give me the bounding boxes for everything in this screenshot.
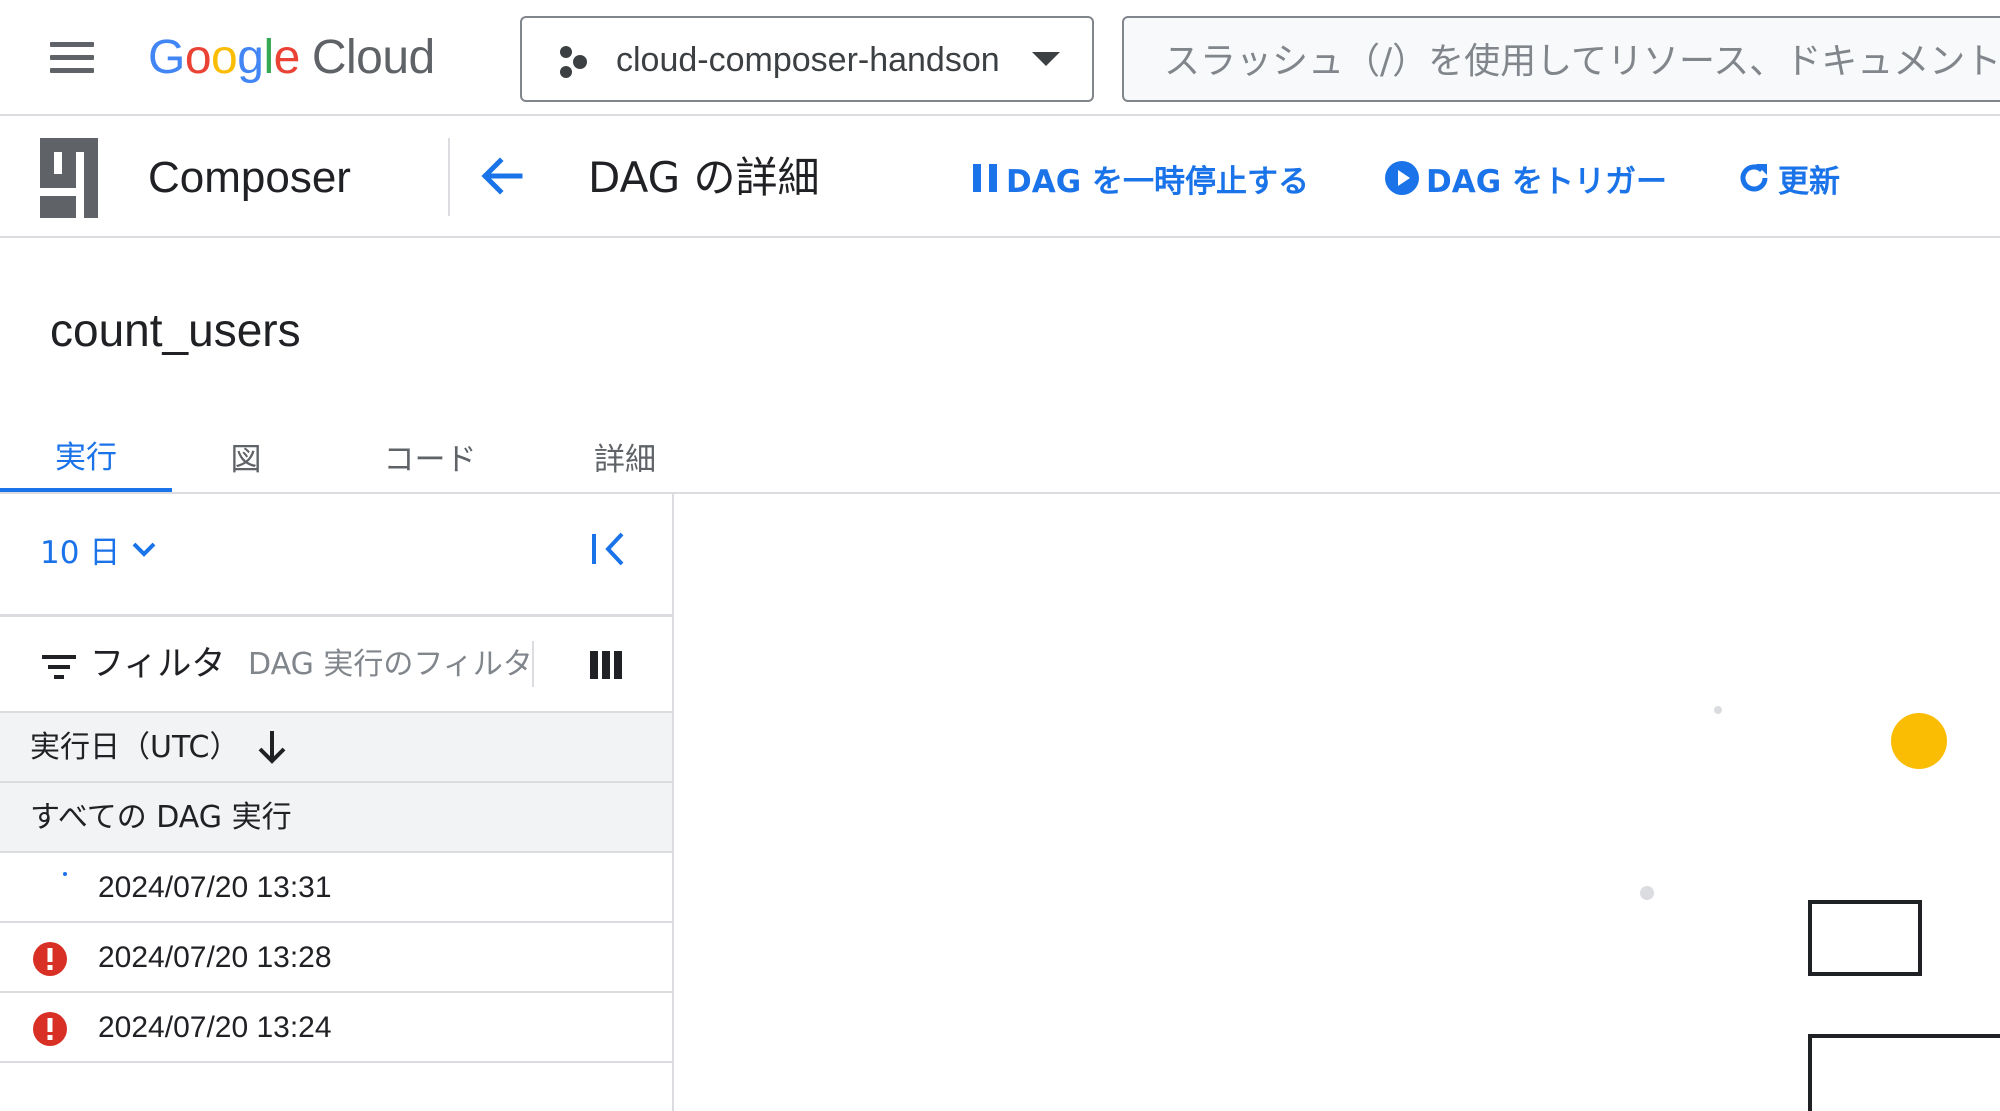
column-display-icon[interactable] [586,647,626,683]
refresh-icon [1740,164,1768,192]
refresh-button[interactable]: 更新 [1736,150,1840,206]
search-input[interactable] [1164,36,2000,86]
loading-spinner-icon [1640,706,1947,900]
error-icon [33,1012,67,1046]
top-bar: Google Cloud cloud-composer-handson [0,0,2000,116]
column-header-execution-date[interactable]: 実行日（UTC） [0,713,672,783]
filter-bar: フィルタ [0,617,672,713]
chevron-down-icon [1032,52,1060,66]
pause-dag-label: DAG を一時停止する [1006,163,1309,200]
dag-run-row[interactable]: 2024/07/20 13:31 [0,853,672,923]
refresh-label: 更新 [1778,163,1840,200]
google-cloud-logo[interactable]: Google Cloud [148,28,435,88]
running-status-icon [63,872,67,876]
tab-code[interactable]: コード [360,420,500,492]
filter-icon [42,655,76,679]
error-icon [33,942,67,976]
dag-name-heading: count_users [50,304,301,356]
trigger-dag-button[interactable]: DAG をトリガー [1384,150,1667,206]
main-menu-icon[interactable] [44,36,104,80]
divider [448,138,450,216]
project-name: cloud-composer-handson [616,41,1000,79]
run-date: 2024/07/20 13:24 [98,1011,332,1044]
pause-dag-button[interactable]: DAG を一時停止する [970,150,1309,206]
sort-arrow-down-icon[interactable] [254,727,290,767]
dag-runs-panel: 10 日 フィルタ 実行日（UTC） すべての DAG 実行 [0,494,674,1111]
dag-run-row[interactable]: 2024/07/20 13:28 [0,923,672,993]
search-box[interactable] [1122,16,2000,102]
product-bar: Composer DAG の詳細 DAG を一時停止する DAG をトリガー 更… [0,116,2000,238]
project-picker[interactable]: cloud-composer-handson [520,16,1094,102]
tab-details[interactable]: 詳細 [560,420,690,492]
collapse-panel-icon[interactable] [584,524,634,574]
dag-run-row[interactable]: 2024/07/20 13:24 [0,993,672,1063]
pause-icon [973,164,997,192]
run-date: 2024/07/20 13:31 [98,871,332,904]
filter-input[interactable] [248,641,534,687]
chevron-down-icon [132,542,156,557]
run-date: 2024/07/20 13:28 [98,941,332,974]
all-dag-runs-label: すべての DAG 実行 [30,800,292,835]
time-range-dropdown[interactable]: 10 日 [40,528,158,571]
project-icon [560,46,587,78]
composer-logo-icon [40,138,98,218]
time-range-value: 10 日 [40,534,121,571]
page-title: DAG の詳細 [588,153,820,202]
all-dag-runs-row[interactable]: すべての DAG 実行 [0,783,672,853]
column-header-label: 実行日（UTC） [30,730,240,765]
product-name: Composer [148,153,351,202]
tab-runs[interactable]: 実行 [0,420,172,492]
play-circle-icon [1385,161,1419,195]
tab-bar: 実行 図 コード 詳細 [0,420,2000,494]
back-arrow-icon[interactable] [472,146,532,206]
trigger-dag-label: DAG をトリガー [1426,163,1667,200]
dag-graph-canvas[interactable] [676,494,2000,1111]
filter-label: フィルタ [90,644,226,684]
tab-graph[interactable]: 図 [186,420,306,492]
graph-node[interactable] [1808,900,1922,976]
graph-node[interactable] [1808,1034,2000,1111]
